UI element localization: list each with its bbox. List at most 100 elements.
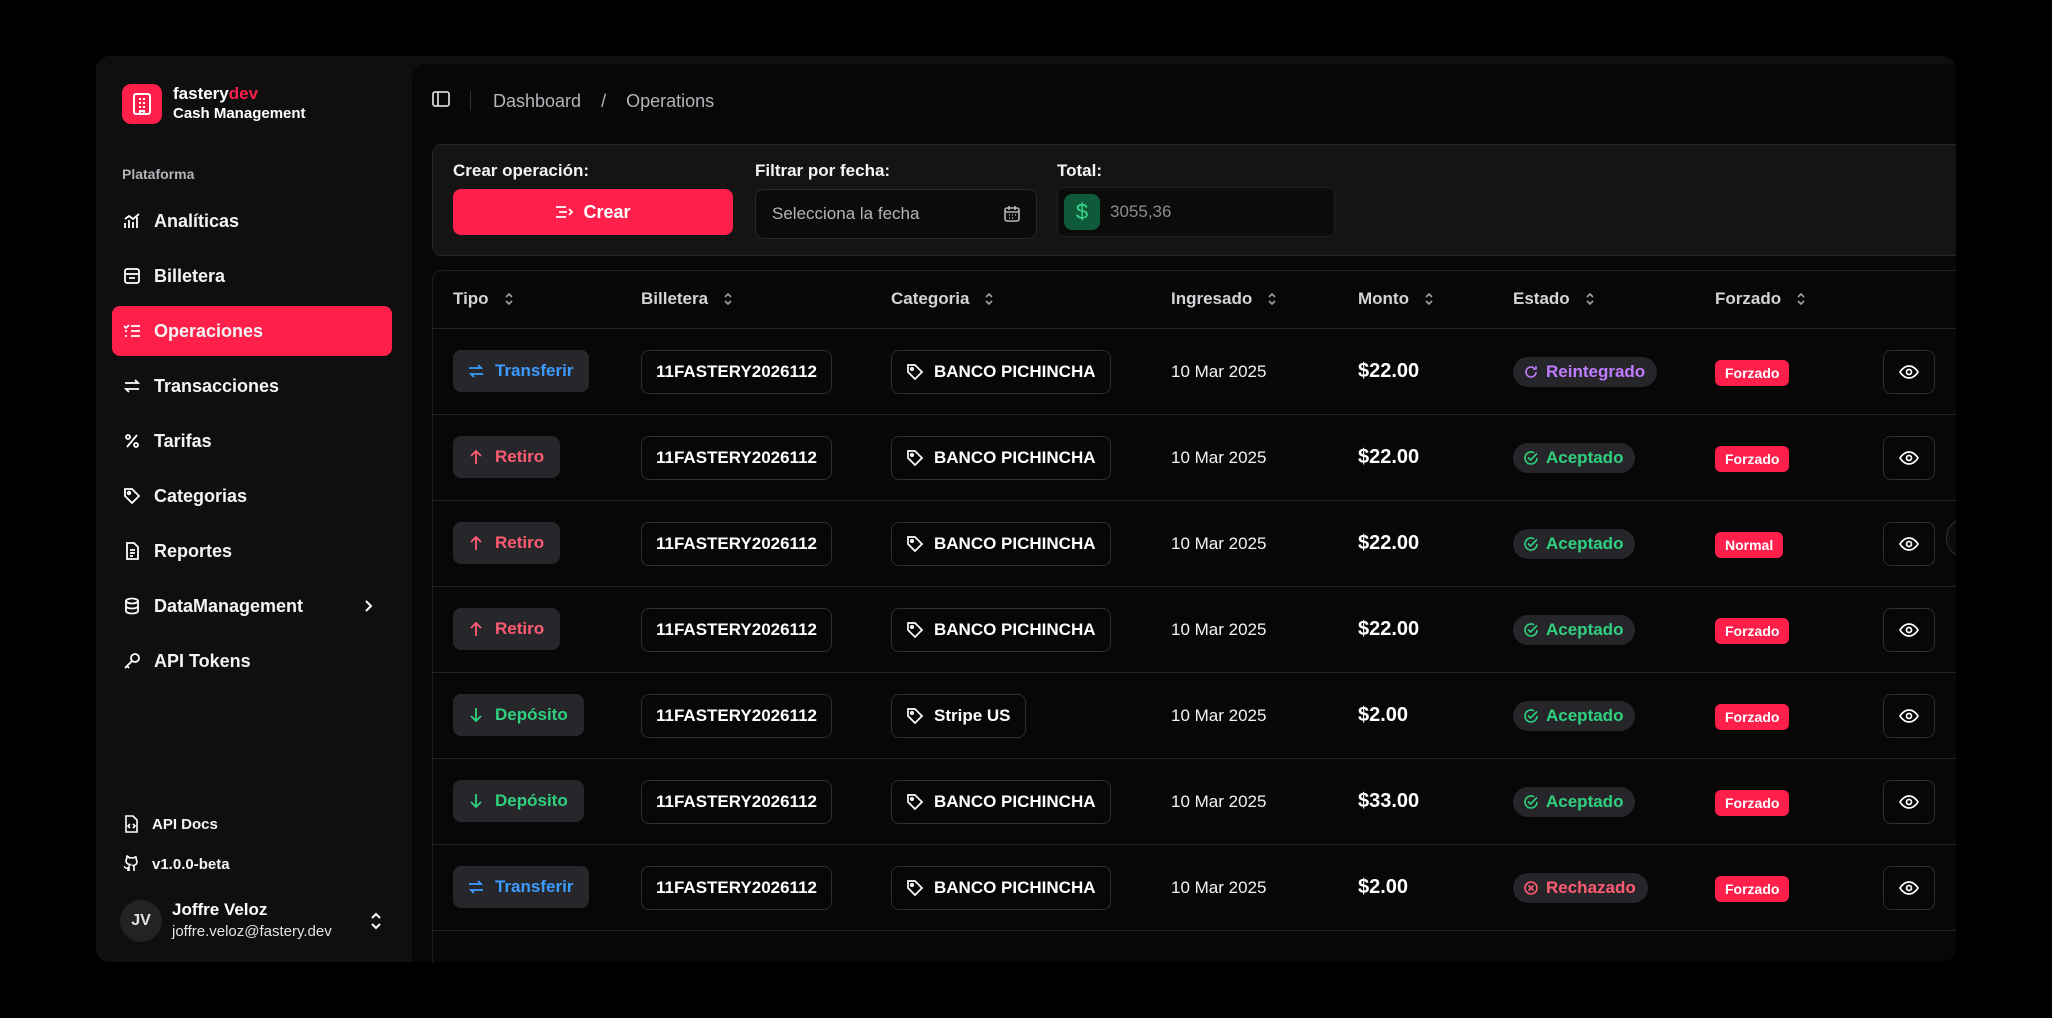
tipo-badge[interactable]: Transferir xyxy=(453,350,590,392)
sort-icon xyxy=(985,292,993,306)
sidebar-item-transacciones[interactable]: Transacciones xyxy=(112,361,392,411)
col-ingresado[interactable]: Ingresado xyxy=(1171,289,1278,309)
category-chip[interactable]: BANCO PICHINCHA xyxy=(891,436,1111,480)
sidebar-item-datamanagement[interactable]: DataManagement xyxy=(112,581,392,631)
tag-icon xyxy=(907,880,924,897)
tipo-badge[interactable]: Retiro xyxy=(453,608,561,650)
tipo-badge[interactable]: Transferir xyxy=(453,866,590,908)
amount-value: $33.00 xyxy=(1358,790,1420,812)
view-button[interactable] xyxy=(1883,608,1935,652)
sort-icon xyxy=(1268,292,1276,306)
tipo-badge[interactable]: Retiro xyxy=(453,522,561,564)
controls-panel: Crear operación: Crear Filtrar por fecha… xyxy=(432,144,1956,256)
forced-badge: Normal xyxy=(1715,532,1784,558)
col-tipo[interactable]: Tipo xyxy=(453,289,515,309)
category-chip[interactable]: BANCO PICHINCHA xyxy=(891,350,1111,394)
sort-icon xyxy=(1797,292,1805,306)
view-button[interactable] xyxy=(1883,350,1935,394)
wallet-chip[interactable]: 11FASTERY2026112 xyxy=(641,608,832,652)
col-forzado[interactable]: Forzado xyxy=(1715,289,1807,309)
total-value: 3055,36 xyxy=(1110,202,1172,221)
status-badge: Rechazado xyxy=(1513,873,1648,903)
wallet-chip[interactable]: 11FASTERY2026112 xyxy=(641,350,832,394)
total-label: Total: xyxy=(1057,161,1103,180)
breadcrumb-current: Operations xyxy=(626,90,715,111)
chevrons-up-down-icon xyxy=(366,910,386,937)
col-categoria[interactable]: Categoria xyxy=(891,289,995,309)
category-chip[interactable]: BANCO PICHINCHA xyxy=(891,780,1111,824)
col-estado[interactable]: Estado xyxy=(1513,289,1596,309)
sidebar-item-operaciones[interactable]: Operaciones xyxy=(112,306,392,356)
tag-icon xyxy=(907,622,924,639)
user-menu[interactable]: JV Joffre Veloz joffre.veloz@fastery.dev xyxy=(120,896,392,946)
view-button[interactable] xyxy=(1883,522,1935,566)
table-row: Retiro 11FASTERY2026112 BANCO PICHINCHA 10 … xyxy=(433,415,1956,501)
category-chip[interactable]: BANCO PICHINCHA xyxy=(891,866,1111,910)
date-filter-input[interactable]: Selecciona la fecha xyxy=(755,189,1037,239)
sidebar-item-analiticas[interactable]: Analíticas xyxy=(112,196,392,246)
date-value: 10 Mar 2025 xyxy=(1171,706,1267,725)
operations-table: Tipo Billetera Categoria Ingresado Monto… xyxy=(432,270,1956,962)
view-button[interactable] xyxy=(1883,694,1935,738)
eye-icon xyxy=(1899,365,1919,379)
brand-name: fasterydev xyxy=(173,84,259,103)
table-row: Depósito 11FASTERY2026112 BANCO PICHINCHA 1… xyxy=(433,759,1956,845)
wallet-chip[interactable]: 11FASTERY2026112 xyxy=(641,780,832,824)
breadcrumb: Dashboard / Operations xyxy=(493,91,714,112)
arrow-up-icon xyxy=(470,621,482,636)
create-button[interactable]: Crear xyxy=(453,189,733,235)
wallet-chip[interactable]: 11FASTERY2026112 xyxy=(641,522,832,566)
breadcrumb-dashboard[interactable]: Dashboard xyxy=(493,91,581,112)
sort-icon xyxy=(505,292,513,306)
sidebar-item-billetera[interactable]: Billetera xyxy=(112,251,392,301)
sort-icon xyxy=(724,292,732,306)
date-value: 10 Mar 2025 xyxy=(1171,620,1267,639)
sidebar-item-tarifas[interactable]: Tarifas xyxy=(112,416,392,466)
forced-badge: Forzado xyxy=(1715,446,1790,472)
sidebar-toggle-icon[interactable] xyxy=(430,88,452,115)
sidebar-item-categorias[interactable]: Categorias xyxy=(112,471,392,521)
category-chip[interactable]: BANCO PICHINCHA xyxy=(891,522,1111,566)
sidebar-item-label: Billetera xyxy=(154,265,226,286)
arrow-up-icon xyxy=(470,535,482,550)
tag-icon xyxy=(907,536,924,553)
percent-icon xyxy=(122,431,142,451)
col-monto[interactable]: Monto xyxy=(1358,289,1435,309)
date-value: 10 Mar 2025 xyxy=(1171,448,1267,467)
dollar-icon: $ xyxy=(1064,194,1100,230)
view-button[interactable] xyxy=(1883,436,1935,480)
amount-value: $22.00 xyxy=(1358,618,1420,640)
tipo-badge[interactable]: Depósito xyxy=(453,780,584,822)
wallet-chip[interactable]: 11FASTERY2026112 xyxy=(641,436,832,480)
wallet-icon xyxy=(122,266,142,286)
eye-icon xyxy=(1899,709,1919,723)
status-badge: Aceptado xyxy=(1513,701,1636,731)
wallet-chip[interactable]: 11FASTERY2026112 xyxy=(641,694,832,738)
tipo-badge[interactable]: Retiro xyxy=(453,436,561,478)
wallet-chip[interactable]: 11FASTERY2026112 xyxy=(641,866,832,910)
tag-icon xyxy=(907,450,924,467)
sidebar-item-reportes[interactable]: Reportes xyxy=(112,526,392,576)
api-docs-label: API Docs xyxy=(152,815,218,833)
arrows-exchange-icon xyxy=(468,880,484,894)
view-button[interactable] xyxy=(1883,780,1935,824)
status-badge: Aceptado xyxy=(1513,615,1636,645)
category-chip[interactable]: BANCO PICHINCHA xyxy=(891,608,1111,652)
category-chip[interactable]: Stripe US xyxy=(891,694,1026,738)
forced-badge: Forzado xyxy=(1715,790,1790,816)
brand[interactable]: fasterydev Cash Management xyxy=(122,84,306,124)
tipo-badge[interactable]: Depósito xyxy=(453,694,584,736)
date-value: 10 Mar 2025 xyxy=(1171,878,1267,897)
view-button[interactable] xyxy=(1883,866,1935,910)
sidebar-item-api-tokens[interactable]: API Tokens xyxy=(112,636,392,686)
refresh-icon xyxy=(1525,366,1537,378)
tag-icon xyxy=(907,708,924,725)
col-billetera[interactable]: Billetera xyxy=(641,289,734,309)
sort-icon xyxy=(1586,292,1594,306)
api-docs-link[interactable]: API Docs xyxy=(122,804,230,844)
version-link[interactable]: v1.0.0-beta xyxy=(122,844,230,884)
sidebar-item-label: Transacciones xyxy=(154,375,280,396)
date-value: 10 Mar 2025 xyxy=(1171,534,1267,553)
eye-icon xyxy=(1899,451,1919,465)
arrow-up-icon xyxy=(470,449,482,464)
